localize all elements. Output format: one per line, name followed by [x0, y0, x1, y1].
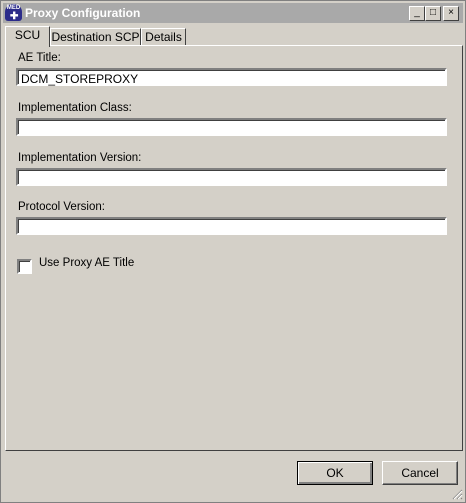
window-title: Proxy Configuration — [25, 6, 141, 20]
maximize-button[interactable]: □ — [425, 6, 441, 21]
ae-title-input[interactable]: DCM_STOREPROXY — [16, 68, 447, 86]
app-icon: MED ✚ — [5, 4, 22, 22]
resize-grip-icon[interactable] — [451, 488, 463, 500]
implementation-version-input[interactable] — [16, 168, 447, 186]
proxy-configuration-window: MED ✚ Proxy Configuration _ □ × SCU Dest… — [0, 0, 466, 503]
use-proxy-ae-title-label[interactable]: Use Proxy AE Title — [39, 257, 134, 269]
use-proxy-ae-title-checkbox[interactable] — [17, 259, 32, 274]
tab-destination-scp[interactable]: Destination SCP — [50, 28, 141, 46]
app-icon-cross: ✚ — [10, 11, 19, 22]
title-bar[interactable]: MED ✚ Proxy Configuration _ □ × — [3, 3, 463, 23]
ae-title-label: AE Title: — [18, 52, 61, 64]
implementation-class-label: Implementation Class: — [18, 102, 132, 114]
implementation-version-label: Implementation Version: — [18, 152, 142, 164]
tab-details[interactable]: Details — [141, 28, 186, 46]
close-button[interactable]: × — [443, 6, 459, 21]
protocol-version-input[interactable] — [16, 217, 447, 235]
protocol-version-label: Protocol Version: — [18, 201, 105, 213]
minimize-button[interactable]: _ — [409, 6, 425, 21]
implementation-class-input[interactable] — [16, 118, 447, 136]
tab-scu[interactable]: SCU — [5, 26, 50, 47]
scu-tab-panel: AE Title: DCM_STOREPROXY Implementation … — [5, 45, 463, 451]
ok-button[interactable]: OK — [297, 461, 373, 485]
cancel-button[interactable]: Cancel — [382, 461, 458, 485]
